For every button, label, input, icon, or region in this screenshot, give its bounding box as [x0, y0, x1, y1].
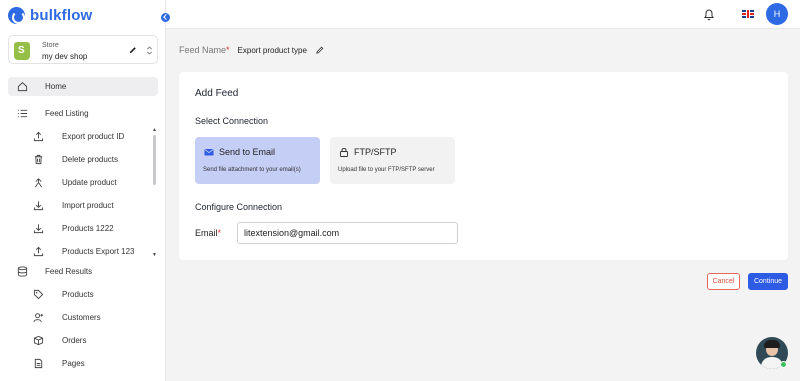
top-bar: H — [166, 0, 800, 29]
user-plus-icon — [33, 313, 44, 323]
feed-name-value[interactable]: Export product type — [238, 46, 307, 55]
edit-feed-name-icon[interactable] — [316, 46, 324, 54]
sidebar-item-products[interactable]: Products — [8, 285, 158, 304]
uk-flag-icon[interactable] — [742, 10, 754, 18]
cancel-button[interactable]: Cancel — [707, 273, 740, 290]
user-avatar[interactable]: H — [766, 3, 788, 25]
sidebar-item-label: Feed Listing — [45, 109, 89, 118]
sidebar-item-products-export-123[interactable]: Products Export 123 — [8, 242, 158, 261]
continue-button[interactable]: Continue — [748, 273, 788, 290]
sidebar-item-label: Update product — [62, 178, 117, 187]
configure-connection-heading: Configure Connection — [195, 202, 283, 212]
sidebar-item-import-product[interactable]: Import product — [8, 196, 158, 215]
connection-name: Send to Email — [219, 147, 276, 157]
store-name: my dev shop — [42, 52, 88, 61]
home-icon — [17, 82, 28, 92]
store-selector[interactable]: Store my dev shop — [8, 35, 158, 64]
sidebar-item-label: Customers — [62, 313, 101, 322]
lock-icon — [340, 148, 348, 157]
bell-icon[interactable] — [703, 8, 715, 21]
database-icon — [17, 266, 28, 277]
bulkflow-logo-icon — [8, 7, 25, 24]
download-icon — [33, 201, 44, 211]
sidebar-item-label: Products Export 123 — [62, 247, 135, 256]
sidebar-item-label: Orders — [62, 336, 87, 345]
feed-name-row: Feed Name * Export product type — [179, 45, 324, 55]
sidebar-item-label: Pages — [62, 359, 85, 368]
connection-name: FTP/SFTP — [354, 147, 397, 157]
scroll-down-arrow[interactable]: ▼ — [152, 252, 157, 258]
tag-icon — [33, 289, 44, 300]
required-mark: * — [217, 228, 222, 238]
sidebar-item-pages[interactable]: Pages — [8, 354, 158, 373]
chevron-updown-icon[interactable] — [146, 45, 153, 56]
store-label: Store — [42, 42, 59, 49]
card-title: Add Feed — [195, 88, 239, 99]
sidebar: bulkflow Store my dev shop Home Feed Lis… — [0, 0, 166, 381]
page-icon — [34, 358, 43, 369]
upload-icon — [33, 246, 44, 257]
sidebar-item-label: Import product — [62, 201, 114, 210]
edit-store-icon[interactable] — [129, 46, 137, 54]
sidebar-item-label: Export product ID — [62, 132, 125, 141]
select-connection-heading: Select Connection — [195, 116, 269, 126]
connection-description: Send file attachment to your email(s) — [203, 167, 301, 173]
sidebar-item-label: Products 1222 — [62, 224, 114, 233]
email-label-text: Email — [195, 228, 218, 238]
sidebar-item-export-product-id[interactable]: Export product ID — [8, 127, 158, 146]
scroll-up-arrow[interactable]: ▲ — [152, 127, 157, 133]
trash-icon — [34, 154, 43, 165]
sidebar-item-delete-products[interactable]: Delete products — [8, 150, 158, 169]
connection-description: Upload file to your FTP/SFTP server — [338, 167, 435, 173]
sidebar-item-label: Delete products — [62, 155, 119, 164]
brand-name: bulkflow — [30, 7, 93, 24]
agent-avatar-hair — [764, 340, 780, 348]
sidebar-item-products-1222[interactable]: Products 1222 — [8, 219, 158, 238]
list-icon — [17, 109, 28, 118]
online-status-dot — [780, 361, 787, 368]
shopify-icon — [14, 42, 30, 60]
sidebar-item-feed-results[interactable]: Feed Results — [8, 262, 158, 281]
sidebar-item-label: Products — [62, 290, 94, 299]
required-mark: * — [226, 45, 230, 55]
email-label: Email* — [195, 228, 221, 238]
connection-option-email[interactable]: Send to Email Send file attachment to yo… — [195, 137, 320, 184]
upload-icon — [33, 131, 44, 142]
connection-option-ftp[interactable]: FTP/SFTP Upload file to your FTP/SFTP se… — [330, 137, 455, 184]
feed-name-label: Feed Name — [179, 45, 227, 55]
sidebar-item-label: Home — [45, 82, 67, 91]
download-icon — [33, 224, 44, 234]
mail-icon — [204, 149, 214, 156]
sidebar-item-feed-listing[interactable]: Feed Listing — [8, 104, 158, 123]
sidebar-item-customers[interactable]: Customers — [8, 308, 158, 327]
email-field[interactable] — [237, 222, 458, 244]
sidebar-item-label: Feed Results — [45, 267, 93, 276]
collapse-sidebar-button[interactable] — [161, 13, 170, 22]
sidebar-item-home[interactable]: Home — [8, 77, 158, 96]
box-icon — [33, 335, 44, 346]
update-icon — [34, 178, 43, 188]
sidebar-scrollbar-thumb[interactable] — [153, 135, 156, 185]
sidebar-item-orders[interactable]: Orders — [8, 331, 158, 350]
add-feed-card: Add Feed Select Connection Send to Email… — [179, 72, 788, 260]
sidebar-item-update-product[interactable]: Update product — [8, 173, 158, 192]
brand-logo[interactable]: bulkflow — [8, 7, 92, 24]
